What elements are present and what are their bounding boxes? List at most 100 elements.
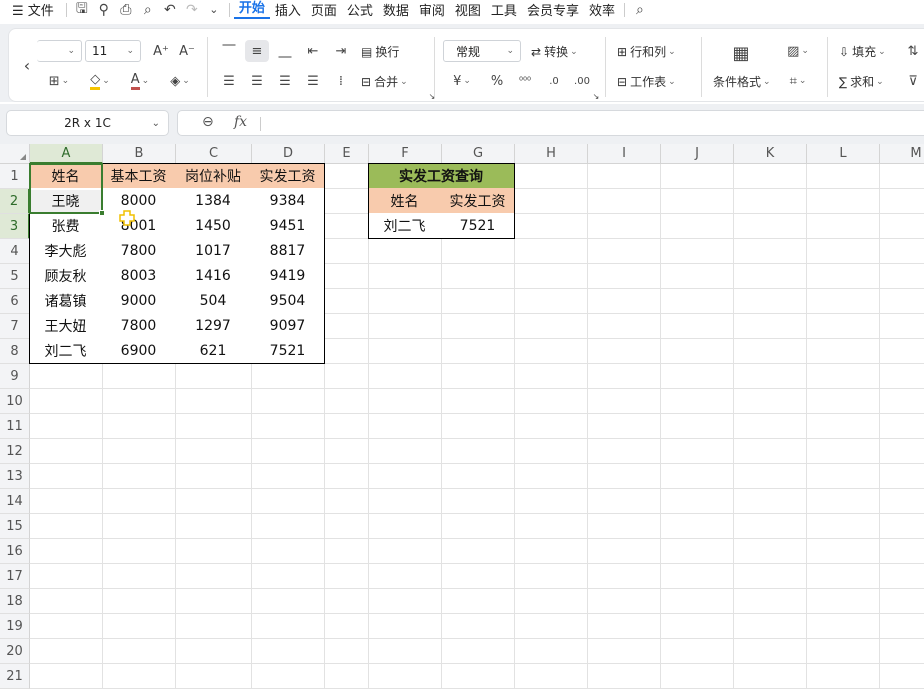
tab-review[interactable]: 审阅 <box>414 0 450 19</box>
table-cell[interactable]: 9384 <box>251 188 325 214</box>
table-cell[interactable]: 8817 <box>251 238 325 264</box>
font-size-select[interactable]: 11 ⌄ <box>85 40 141 62</box>
table-cell[interactable]: 8001 <box>102 213 176 239</box>
row-header-17[interactable]: 17 <box>0 564 30 589</box>
tab-home[interactable]: 开始 <box>233 1 270 19</box>
tab-formula[interactable]: 公式 <box>342 0 378 19</box>
number-format-select[interactable]: 常规 ⌄ <box>443 40 521 62</box>
lookup-title-cell[interactable]: 实发工资查询 <box>368 163 515 189</box>
align-left-icon[interactable]: ☰ <box>219 71 239 91</box>
row-header-9[interactable]: 9 <box>0 364 30 389</box>
table-cell[interactable]: 1416 <box>175 263 252 289</box>
decrease-font-icon[interactable]: A⁻ <box>177 41 197 61</box>
fill-color-icon[interactable]: ◇ ⌄ <box>85 71 115 91</box>
row-header-6[interactable]: 6 <box>0 289 30 314</box>
row-header-7[interactable]: 7 <box>0 314 30 339</box>
row-header-13[interactable]: 13 <box>0 464 30 489</box>
tab-insert[interactable]: 插入 <box>270 0 306 19</box>
table-cell[interactable]: 1017 <box>175 238 252 264</box>
row-header-15[interactable]: 15 <box>0 514 30 539</box>
borders-icon[interactable]: ⊞ ⌄ <box>45 71 73 91</box>
align-center-icon[interactable]: ☰ <box>247 71 267 91</box>
clear-format-icon[interactable]: ◈ ⌄ <box>165 71 195 91</box>
alignment-dialog-icon[interactable]: ↘ <box>427 91 437 101</box>
column-header-f[interactable]: F <box>369 144 442 164</box>
file-menu[interactable]: ☰ 文件 <box>0 0 62 19</box>
merge-button[interactable]: ⊟ 合并 ⌄ <box>361 73 408 90</box>
table-cell[interactable]: 8000 <box>102 188 176 214</box>
table-cell[interactable]: 1297 <box>175 313 252 339</box>
sort-icon[interactable]: ⇅ <box>905 41 921 61</box>
tab-efficiency[interactable]: 效率 <box>584 0 620 19</box>
table-cell[interactable]: 李大彪 <box>29 238 103 264</box>
fill-handle[interactable] <box>99 210 105 216</box>
increase-indent-icon[interactable]: ⇥ <box>331 41 351 61</box>
table-cell[interactable]: 张费 <box>29 213 103 239</box>
print-preview-icon[interactable]: ⌕ <box>137 2 159 18</box>
spreadsheet-grid[interactable]: A B C D E F G H I J K L M 1 2 3 4 5 6 7 8 9 10 11 12 13 14 15 16 17 18… <box>0 144 924 689</box>
row-header-21[interactable]: 21 <box>0 664 30 689</box>
table-cell[interactable]: 7800 <box>102 238 176 264</box>
table-cell[interactable]: 刘二飞 <box>29 338 103 364</box>
row-header-14[interactable]: 14 <box>0 489 30 514</box>
table-cell[interactable]: 6900 <box>102 338 176 364</box>
column-header-e[interactable]: E <box>325 144 369 164</box>
redo-icon[interactable]: ↷ <box>181 2 203 18</box>
table-header-cell[interactable]: 岗位补贴 <box>175 163 252 189</box>
lookup-name-cell[interactable]: 刘二飞 <box>368 213 442 239</box>
thousands-icon[interactable]: ⁰⁰⁰ <box>515 71 535 91</box>
increase-font-icon[interactable]: A⁺ <box>151 41 171 61</box>
table-cell[interactable]: 王大妞 <box>29 313 103 339</box>
table-cell[interactable]: 9504 <box>251 288 325 314</box>
number-dialog-icon[interactable]: ↘ <box>591 91 601 101</box>
search-icon[interactable]: ⌕ <box>629 2 651 18</box>
font-name-select[interactable]: ⌄ <box>37 40 82 62</box>
lookup-header-cell[interactable]: 实发工资 <box>441 188 515 214</box>
wrap-text-button[interactable]: ▤ 换行 <box>361 43 399 60</box>
align-right-icon[interactable]: ☰ <box>275 71 295 91</box>
row-header-19[interactable]: 19 <box>0 614 30 639</box>
row-header-3[interactable]: 3 <box>0 214 30 239</box>
distributed-icon[interactable]: ⁞ <box>331 71 351 91</box>
undo-icon[interactable]: ↶ <box>159 2 181 18</box>
tab-member[interactable]: 会员专享 <box>522 0 584 19</box>
column-header-m[interactable]: M <box>880 144 924 164</box>
align-middle-icon[interactable]: ≡ <box>245 40 269 62</box>
align-bottom-icon[interactable]: ⎽ <box>275 41 295 61</box>
tab-page[interactable]: 页面 <box>306 0 342 19</box>
table-cell[interactable]: 504 <box>175 288 252 314</box>
column-header-b[interactable]: B <box>103 144 176 164</box>
table-cell[interactable]: 9000 <box>102 288 176 314</box>
font-color-icon[interactable]: A ⌄ <box>125 71 155 91</box>
table-cell[interactable]: 1384 <box>175 188 252 214</box>
cell-style-icon[interactable]: ▨ ⌄ <box>783 41 813 61</box>
ribbon-scroll-left-icon[interactable]: ‹ <box>19 53 35 77</box>
column-header-k[interactable]: K <box>734 144 807 164</box>
column-header-i[interactable]: I <box>588 144 661 164</box>
justify-icon[interactable]: ☰ <box>303 71 323 91</box>
table-cell[interactable]: 9097 <box>251 313 325 339</box>
column-header-h[interactable]: H <box>515 144 588 164</box>
column-header-a[interactable]: A <box>30 144 103 164</box>
row-header-2[interactable]: 2 <box>0 189 30 214</box>
formula-input[interactable]: ⊖ fx <box>177 110 924 136</box>
zoom-icon[interactable]: ⊖ <box>202 114 214 130</box>
print-icon[interactable]: ⎙ <box>115 2 137 18</box>
table-cell[interactable]: 顾友秋 <box>29 263 103 289</box>
table-header-cell[interactable]: 实发工资 <box>251 163 325 189</box>
table-cell[interactable]: 8003 <box>102 263 176 289</box>
sum-button[interactable]: ∑ 求和 ⌄ <box>839 73 884 90</box>
table-cell[interactable]: 7521 <box>251 338 325 364</box>
save-icon[interactable]: 🖫 <box>71 0 93 22</box>
table-header-cell[interactable]: 基本工资 <box>102 163 176 189</box>
table-cell[interactable]: 9451 <box>251 213 325 239</box>
worksheet-button[interactable]: ⊟ 工作表 ⌄ <box>617 73 676 90</box>
table-cell[interactable]: 诸葛镇 <box>29 288 103 314</box>
percent-icon[interactable]: % <box>487 71 507 91</box>
row-header-11[interactable]: 11 <box>0 414 30 439</box>
row-header-18[interactable]: 18 <box>0 589 30 614</box>
row-header-8[interactable]: 8 <box>0 339 30 364</box>
row-header-12[interactable]: 12 <box>0 439 30 464</box>
table-cell[interactable]: 621 <box>175 338 252 364</box>
column-header-c[interactable]: C <box>176 144 252 164</box>
